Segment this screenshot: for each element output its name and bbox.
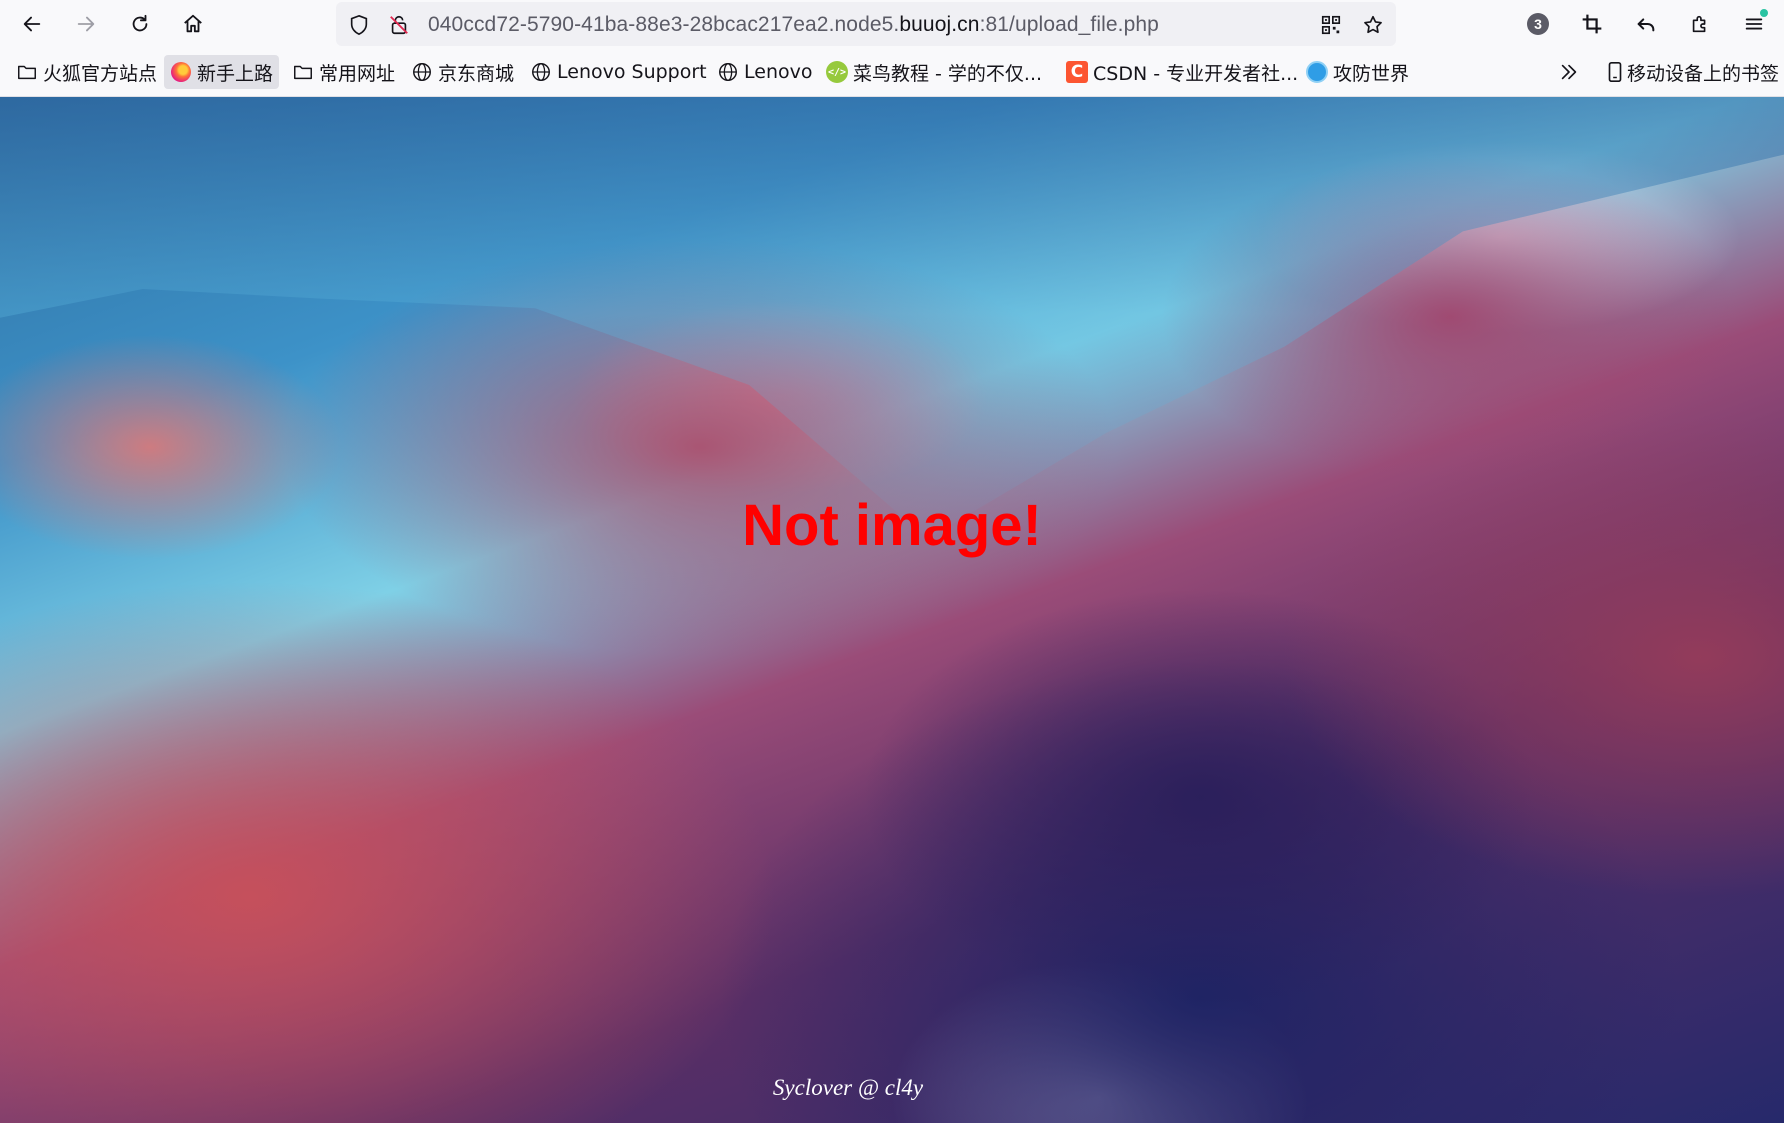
bookmark-label: 菜鸟教程 - 学的不仅... bbox=[853, 62, 1043, 85]
home-button[interactable] bbox=[175, 6, 211, 42]
error-message: Not image! bbox=[742, 493, 1042, 558]
globe-icon bbox=[530, 61, 552, 83]
bookmark-folder-firefox[interactable]: 火狐官方站点 bbox=[10, 55, 163, 89]
app-menu-button[interactable] bbox=[1736, 6, 1772, 42]
bookmark-lenovo[interactable]: Lenovo bbox=[711, 55, 818, 89]
bookmark-label: Lenovo bbox=[744, 61, 813, 83]
adworld-icon bbox=[1306, 61, 1328, 83]
reload-icon bbox=[132, 14, 148, 32]
browser-toolbar: 040ccd72-5790-41ba-88e3-28bcac217ea2.nod… bbox=[0, 0, 1784, 48]
extension-badge-button[interactable]: 3 bbox=[1520, 6, 1556, 42]
bookmarks-toolbar: 火狐官方站点 新手上路 常用网址 京东商城 Lenovo Support Len… bbox=[0, 48, 1784, 97]
folder-icon bbox=[16, 61, 38, 83]
shield-icon[interactable] bbox=[346, 12, 372, 38]
url-prefix: 040ccd72-5790-41ba-88e3-28bcac217ea2.nod… bbox=[428, 13, 900, 36]
puzzle-icon bbox=[1692, 15, 1706, 33]
crop-icon bbox=[1582, 14, 1602, 34]
bookmark-label: Lenovo Support bbox=[557, 61, 707, 83]
undo-button[interactable] bbox=[1628, 6, 1664, 42]
update-indicator-dot bbox=[1760, 9, 1768, 17]
url-suffix: :81/upload_file.php bbox=[979, 13, 1159, 36]
bookmark-label: 京东商城 bbox=[438, 62, 515, 85]
bookmark-label: CSDN - 专业开发者社... bbox=[1093, 62, 1299, 85]
extension-badge: 3 bbox=[1527, 13, 1549, 35]
bookmark-label: 移动设备上的书签 bbox=[1627, 62, 1780, 85]
reload-button[interactable] bbox=[122, 6, 158, 42]
qr-code-icon[interactable] bbox=[1318, 12, 1344, 38]
csdn-icon: C bbox=[1066, 61, 1088, 83]
bookmark-label: 常用网址 bbox=[319, 62, 396, 85]
bookmark-folder-common[interactable]: 常用网址 bbox=[286, 55, 401, 89]
bookmark-label: 火狐官方站点 bbox=[43, 62, 158, 85]
bookmarks-overflow-button[interactable] bbox=[1552, 55, 1591, 89]
insecure-lock-icon[interactable] bbox=[386, 12, 412, 38]
extensions-button[interactable] bbox=[1682, 6, 1718, 42]
url-text[interactable]: 040ccd72-5790-41ba-88e3-28bcac217ea2.nod… bbox=[428, 13, 1159, 37]
forward-button[interactable] bbox=[68, 6, 104, 42]
firefox-icon bbox=[170, 61, 192, 83]
screenshot-crop-button[interactable] bbox=[1574, 6, 1610, 42]
bookmark-star-icon[interactable] bbox=[1360, 12, 1386, 38]
bookmark-mobile[interactable]: 移动设备上的书签 bbox=[1598, 55, 1784, 89]
bookmark-label: 攻防世界 bbox=[1333, 62, 1410, 85]
chevron-double-right-icon bbox=[1558, 61, 1580, 83]
folder-icon bbox=[292, 61, 314, 83]
globe-icon bbox=[411, 61, 433, 83]
bookmark-getting-started[interactable]: 新手上路 bbox=[164, 55, 280, 89]
bookmark-label: 新手上路 bbox=[197, 62, 274, 85]
bookmark-lenovo-support[interactable]: Lenovo Support bbox=[524, 55, 713, 89]
back-button[interactable] bbox=[14, 6, 50, 42]
page-content: Not image! Syclover @ cl4y bbox=[0, 97, 1784, 1123]
forward-arrow-icon bbox=[77, 16, 95, 32]
bookmark-runoob[interactable]: </> 菜鸟教程 - 学的不仅... bbox=[820, 55, 1048, 89]
bookmark-adworld[interactable]: 攻防世界 bbox=[1300, 55, 1415, 89]
bookmark-csdn[interactable]: C CSDN - 专业开发者社... bbox=[1060, 55, 1304, 89]
globe-icon bbox=[717, 61, 739, 83]
mobile-icon bbox=[1604, 61, 1626, 83]
runoob-icon: </> bbox=[826, 61, 848, 83]
url-domain: buuoj.cn bbox=[899, 13, 980, 36]
undo-arrow-icon bbox=[1637, 18, 1655, 32]
address-bar[interactable]: 040ccd72-5790-41ba-88e3-28bcac217ea2.nod… bbox=[336, 2, 1396, 46]
footer-credit: Syclover @ cl4y bbox=[772, 1075, 924, 1100]
back-arrow-icon bbox=[23, 16, 41, 32]
bookmark-jd[interactable]: 京东商城 bbox=[405, 55, 520, 89]
home-icon bbox=[184, 14, 202, 33]
